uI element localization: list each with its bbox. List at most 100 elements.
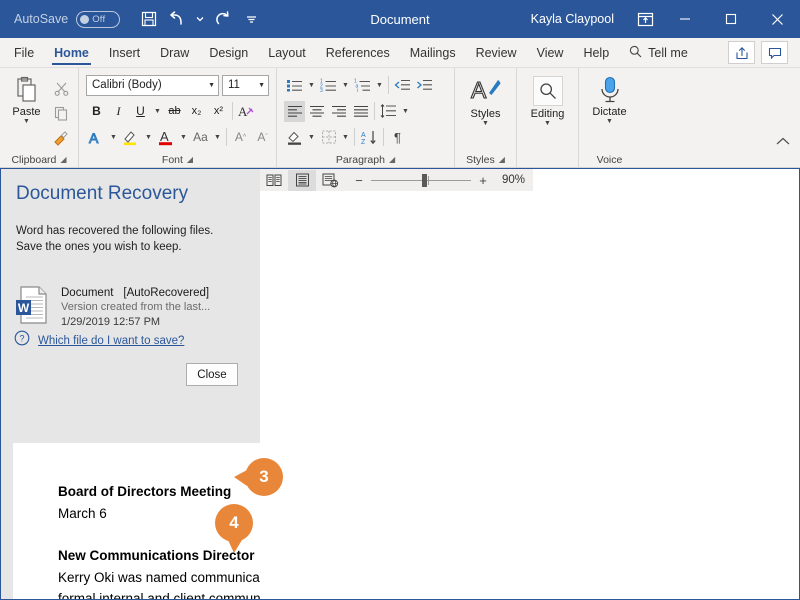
svg-text:Z: Z — [361, 139, 366, 145]
font-dialog-launcher-icon[interactable]: ◢ — [187, 155, 193, 164]
tab-review[interactable]: Review — [466, 38, 527, 67]
grow-font-button[interactable]: A ^ — [230, 127, 251, 148]
increase-indent-icon[interactable] — [414, 75, 435, 96]
web-layout-icon[interactable] — [316, 170, 344, 191]
zoom-level-label[interactable]: 90% — [495, 174, 525, 186]
paragraph-marks-icon[interactable]: ¶ — [387, 127, 408, 148]
close-window-button[interactable] — [754, 0, 800, 38]
which-file-help-link[interactable]: Which file do I want to save? — [38, 335, 184, 347]
italic-button[interactable]: I — [108, 101, 129, 122]
text-effects-icon[interactable]: A — [86, 127, 107, 148]
dictate-button[interactable]: Dictate ▼ — [586, 73, 634, 125]
minimize-button[interactable] — [662, 0, 708, 38]
numbered-list-icon[interactable]: 123 — [318, 75, 339, 96]
customize-qat-icon[interactable] — [238, 6, 264, 32]
ribbon-tab-bar: File Home Insert Draw Design Layout Refe… — [0, 38, 800, 68]
strikethrough-button[interactable]: ab — [164, 101, 185, 122]
font-name-combobox[interactable]: Calibri (Body) ▼ — [86, 74, 219, 96]
save-icon[interactable] — [136, 6, 162, 32]
borders-dropdown-icon[interactable]: ▼ — [340, 127, 351, 148]
tab-home[interactable]: Home — [44, 38, 99, 67]
tab-file[interactable]: File — [0, 38, 44, 67]
align-left-icon[interactable] — [284, 100, 305, 122]
undo-dropdown-icon[interactable] — [192, 6, 208, 32]
format-painter-icon[interactable] — [49, 127, 73, 149]
underline-dropdown-icon[interactable]: ▼ — [152, 101, 163, 122]
autosave-toggle[interactable]: AutoSave Off — [14, 10, 121, 28]
redo-icon[interactable] — [210, 6, 236, 32]
paragraph-dialog-launcher-icon[interactable]: ◢ — [389, 155, 395, 164]
recovered-file-name: Document — [61, 287, 114, 299]
multilevel-list-icon[interactable]: 1ai — [352, 75, 373, 96]
borders-icon[interactable] — [318, 127, 339, 148]
collapse-ribbon-icon[interactable] — [776, 133, 790, 151]
read-mode-icon[interactable] — [260, 170, 288, 191]
bullets-dropdown-icon[interactable]: ▼ — [306, 75, 317, 96]
shrink-font-button[interactable]: Aˇ — [252, 127, 273, 148]
tab-layout[interactable]: Layout — [258, 38, 316, 67]
bold-button[interactable]: B — [86, 101, 107, 122]
word-application-window: AutoSave Off Document Kayla Claypool Fil… — [0, 0, 800, 600]
sort-icon[interactable]: AZ — [358, 127, 380, 148]
highlight-dropdown-icon[interactable]: ▼ — [143, 127, 154, 148]
line-spacing-icon[interactable] — [378, 101, 399, 122]
tell-me-search[interactable]: Tell me — [619, 38, 698, 67]
tab-mailings[interactable]: Mailings — [400, 38, 466, 67]
editing-dropdown-icon[interactable]: ▼ — [544, 120, 551, 127]
font-color-dropdown-icon[interactable]: ▼ — [178, 127, 189, 148]
tab-design[interactable]: Design — [199, 38, 258, 67]
numbering-dropdown-icon[interactable]: ▼ — [340, 75, 351, 96]
decrease-indent-icon[interactable] — [392, 75, 413, 96]
clear-formatting-icon[interactable]: A — [236, 101, 257, 122]
scissors-icon[interactable] — [49, 77, 73, 99]
text-effects-dropdown-icon[interactable]: ▼ — [108, 127, 119, 148]
editing-button[interactable]: Editing ▼ — [524, 73, 572, 127]
styles-button[interactable]: A Styles ▼ — [462, 73, 510, 127]
undo-icon[interactable] — [164, 6, 190, 32]
font-size-combobox[interactable]: 11 ▼ — [222, 74, 269, 96]
styles-dropdown-icon[interactable]: ▼ — [482, 120, 489, 127]
line-spacing-dropdown-icon[interactable]: ▼ — [400, 101, 411, 122]
change-case-dropdown-icon[interactable]: ▼ — [212, 127, 223, 148]
tab-draw[interactable]: Draw — [150, 38, 199, 67]
align-center-icon[interactable] — [306, 101, 327, 122]
zoom-in-button[interactable]: + — [478, 173, 488, 188]
copy-icon[interactable] — [49, 102, 73, 124]
tab-view[interactable]: View — [527, 38, 574, 67]
close-button[interactable]: Close — [186, 363, 238, 386]
paste-dropdown-icon[interactable]: ▼ — [23, 118, 30, 125]
svg-text:A: A — [471, 77, 487, 103]
shading-dropdown-icon[interactable]: ▼ — [306, 127, 317, 148]
justify-icon[interactable] — [350, 101, 371, 122]
align-right-icon[interactable] — [328, 101, 349, 122]
print-layout-icon[interactable] — [288, 169, 316, 191]
list-item[interactable]: W Document [AutoRecovered] Version create… — [0, 285, 260, 330]
share-icon[interactable] — [728, 41, 755, 64]
zoom-slider-thumb[interactable] — [422, 173, 427, 187]
bullet-list-icon[interactable] — [284, 75, 305, 96]
autosave-switch[interactable]: Off — [76, 10, 121, 28]
font-row-2: B I U ▼ ab x₂ x² A — [86, 99, 257, 123]
zoom-out-button[interactable]: − — [354, 173, 364, 188]
styles-dialog-launcher-icon[interactable]: ◢ — [499, 155, 505, 164]
subscript-button[interactable]: x₂ — [186, 101, 207, 122]
underline-button[interactable]: U — [130, 101, 151, 122]
user-name[interactable]: Kayla Claypool — [531, 12, 614, 26]
shading-icon[interactable] — [284, 127, 305, 148]
dictate-label: Dictate — [592, 106, 627, 118]
dictate-dropdown-icon[interactable]: ▼ — [606, 118, 613, 125]
change-case-button[interactable]: Aa — [190, 127, 211, 148]
maximize-button[interactable] — [708, 0, 754, 38]
tab-help[interactable]: Help — [573, 38, 619, 67]
tab-insert[interactable]: Insert — [99, 38, 150, 67]
superscript-button[interactable]: x² — [208, 101, 229, 122]
tab-references[interactable]: References — [316, 38, 400, 67]
comment-icon[interactable] — [761, 41, 788, 64]
ribbon-display-options-icon[interactable] — [628, 0, 662, 38]
zoom-slider[interactable] — [371, 173, 471, 187]
font-color-icon[interactable]: A — [155, 127, 177, 148]
clipboard-dialog-launcher-icon[interactable]: ◢ — [60, 155, 66, 164]
text-highlight-icon[interactable] — [120, 127, 142, 148]
multilevel-dropdown-icon[interactable]: ▼ — [374, 75, 385, 96]
paste-button[interactable]: Paste ▼ — [8, 73, 45, 125]
